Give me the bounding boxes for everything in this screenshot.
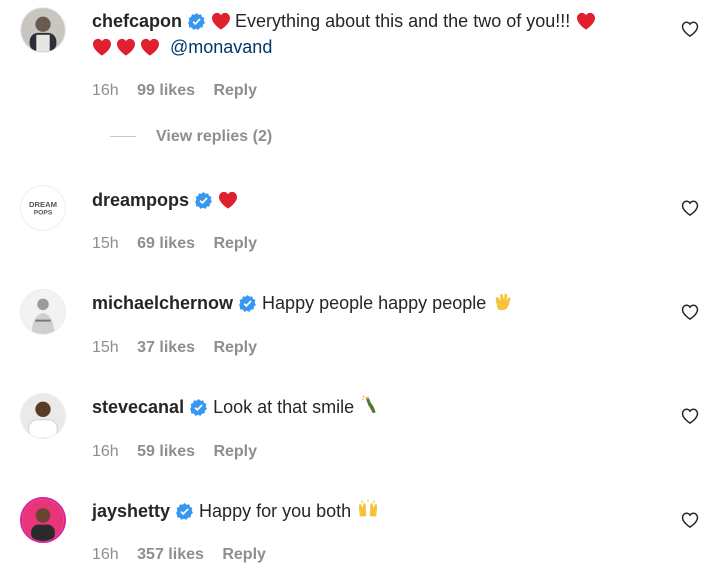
comment-thread: chefcapon Everything about this and the t… <box>0 0 720 571</box>
comment-text: chefcapon Everything about this and the t… <box>92 8 662 60</box>
like-heart-button[interactable] <box>681 199 699 217</box>
raising-hands-emoji-icon <box>358 499 378 517</box>
likes-count[interactable]: 59 likes <box>137 443 195 460</box>
heart-emoji-icon <box>577 12 596 30</box>
heart-emoji-icon <box>212 12 231 30</box>
heart-emoji-icon <box>93 38 111 56</box>
comment-body: Happy for you both <box>199 501 352 521</box>
timestamp[interactable]: 16h <box>92 443 119 460</box>
heart-outline-icon <box>681 408 699 425</box>
verified-badge-icon <box>195 192 213 209</box>
likes-count[interactable]: 69 likes <box>137 235 195 252</box>
username[interactable]: stevecanal <box>92 397 184 417</box>
verified-badge-icon <box>176 503 194 520</box>
username[interactable]: chefcapon <box>92 11 182 31</box>
like-heart-button[interactable] <box>681 511 699 529</box>
heart-outline-icon <box>681 304 699 321</box>
heart-emoji-icon <box>219 191 238 209</box>
heart-outline-icon <box>681 512 699 529</box>
avatar[interactable] <box>20 289 66 335</box>
username[interactable]: dreampops <box>92 190 189 210</box>
comment-body: Happy people happy people <box>262 293 487 313</box>
comment-text: stevecanal Look at that smile <box>92 394 662 420</box>
likes-count[interactable]: 37 likes <box>137 339 195 356</box>
username[interactable]: jayshetty <box>92 501 170 521</box>
reply-button[interactable]: Reply <box>213 443 257 460</box>
comment-meta: 16h 59 likes Reply <box>92 443 271 461</box>
timestamp[interactable]: 16h <box>92 82 119 99</box>
heart-emoji-icon <box>117 38 135 56</box>
reply-button[interactable]: Reply <box>213 82 257 99</box>
timestamp[interactable]: 15h <box>92 235 119 252</box>
username[interactable]: michaelchernow <box>92 293 233 313</box>
comment-text: jayshetty Happy for you both <box>92 498 662 524</box>
avatar[interactable] <box>20 393 66 439</box>
reply-button[interactable]: Reply <box>213 235 257 252</box>
comment-meta: 16h 357 likes Reply <box>92 546 280 564</box>
verified-badge-icon <box>188 13 206 30</box>
comment-meta: 15h 37 likes Reply <box>92 339 271 357</box>
avatar[interactable]: DREAM POPS <box>20 185 66 231</box>
comment-text: michaelchernow Happy people happy people <box>92 290 662 316</box>
avatar[interactable] <box>20 497 66 543</box>
comment-meta: 15h 69 likes Reply <box>92 235 271 253</box>
comment-meta: 16h 99 likes Reply <box>92 82 271 100</box>
mention-link[interactable]: @monavand <box>170 37 272 57</box>
comment-body: Everything about this and the two of you… <box>235 11 571 31</box>
avatar[interactable] <box>20 7 66 53</box>
timestamp[interactable]: 16h <box>92 546 119 563</box>
comment-body: Look at that smile <box>213 397 355 417</box>
champagne-bottle-emoji-icon <box>362 395 376 414</box>
reply-button[interactable]: Reply <box>213 339 257 356</box>
verified-badge-icon <box>190 399 208 416</box>
verified-badge-icon <box>239 295 257 312</box>
view-replies-label: View replies (2) <box>156 128 273 145</box>
avatar-logo-text: POPS <box>34 210 53 217</box>
heart-outline-icon <box>681 21 699 38</box>
like-heart-button[interactable] <box>681 303 699 321</box>
divider-line <box>110 136 136 138</box>
like-heart-button[interactable] <box>681 407 699 425</box>
clapping-hands-emoji-icon <box>495 293 511 311</box>
like-heart-button[interactable] <box>681 20 699 38</box>
heart-outline-icon <box>681 200 699 217</box>
view-replies-button[interactable]: View replies (2) <box>110 128 272 146</box>
likes-count[interactable]: 99 likes <box>137 82 195 99</box>
heart-emoji-icon <box>141 38 159 56</box>
heart-emoji-row <box>92 37 164 57</box>
timestamp[interactable]: 15h <box>92 339 119 356</box>
avatar-logo-text: DREAM <box>29 200 57 209</box>
comment-text: dreampops <box>92 187 662 213</box>
likes-count[interactable]: 357 likes <box>137 546 204 563</box>
reply-button[interactable]: Reply <box>222 546 266 563</box>
